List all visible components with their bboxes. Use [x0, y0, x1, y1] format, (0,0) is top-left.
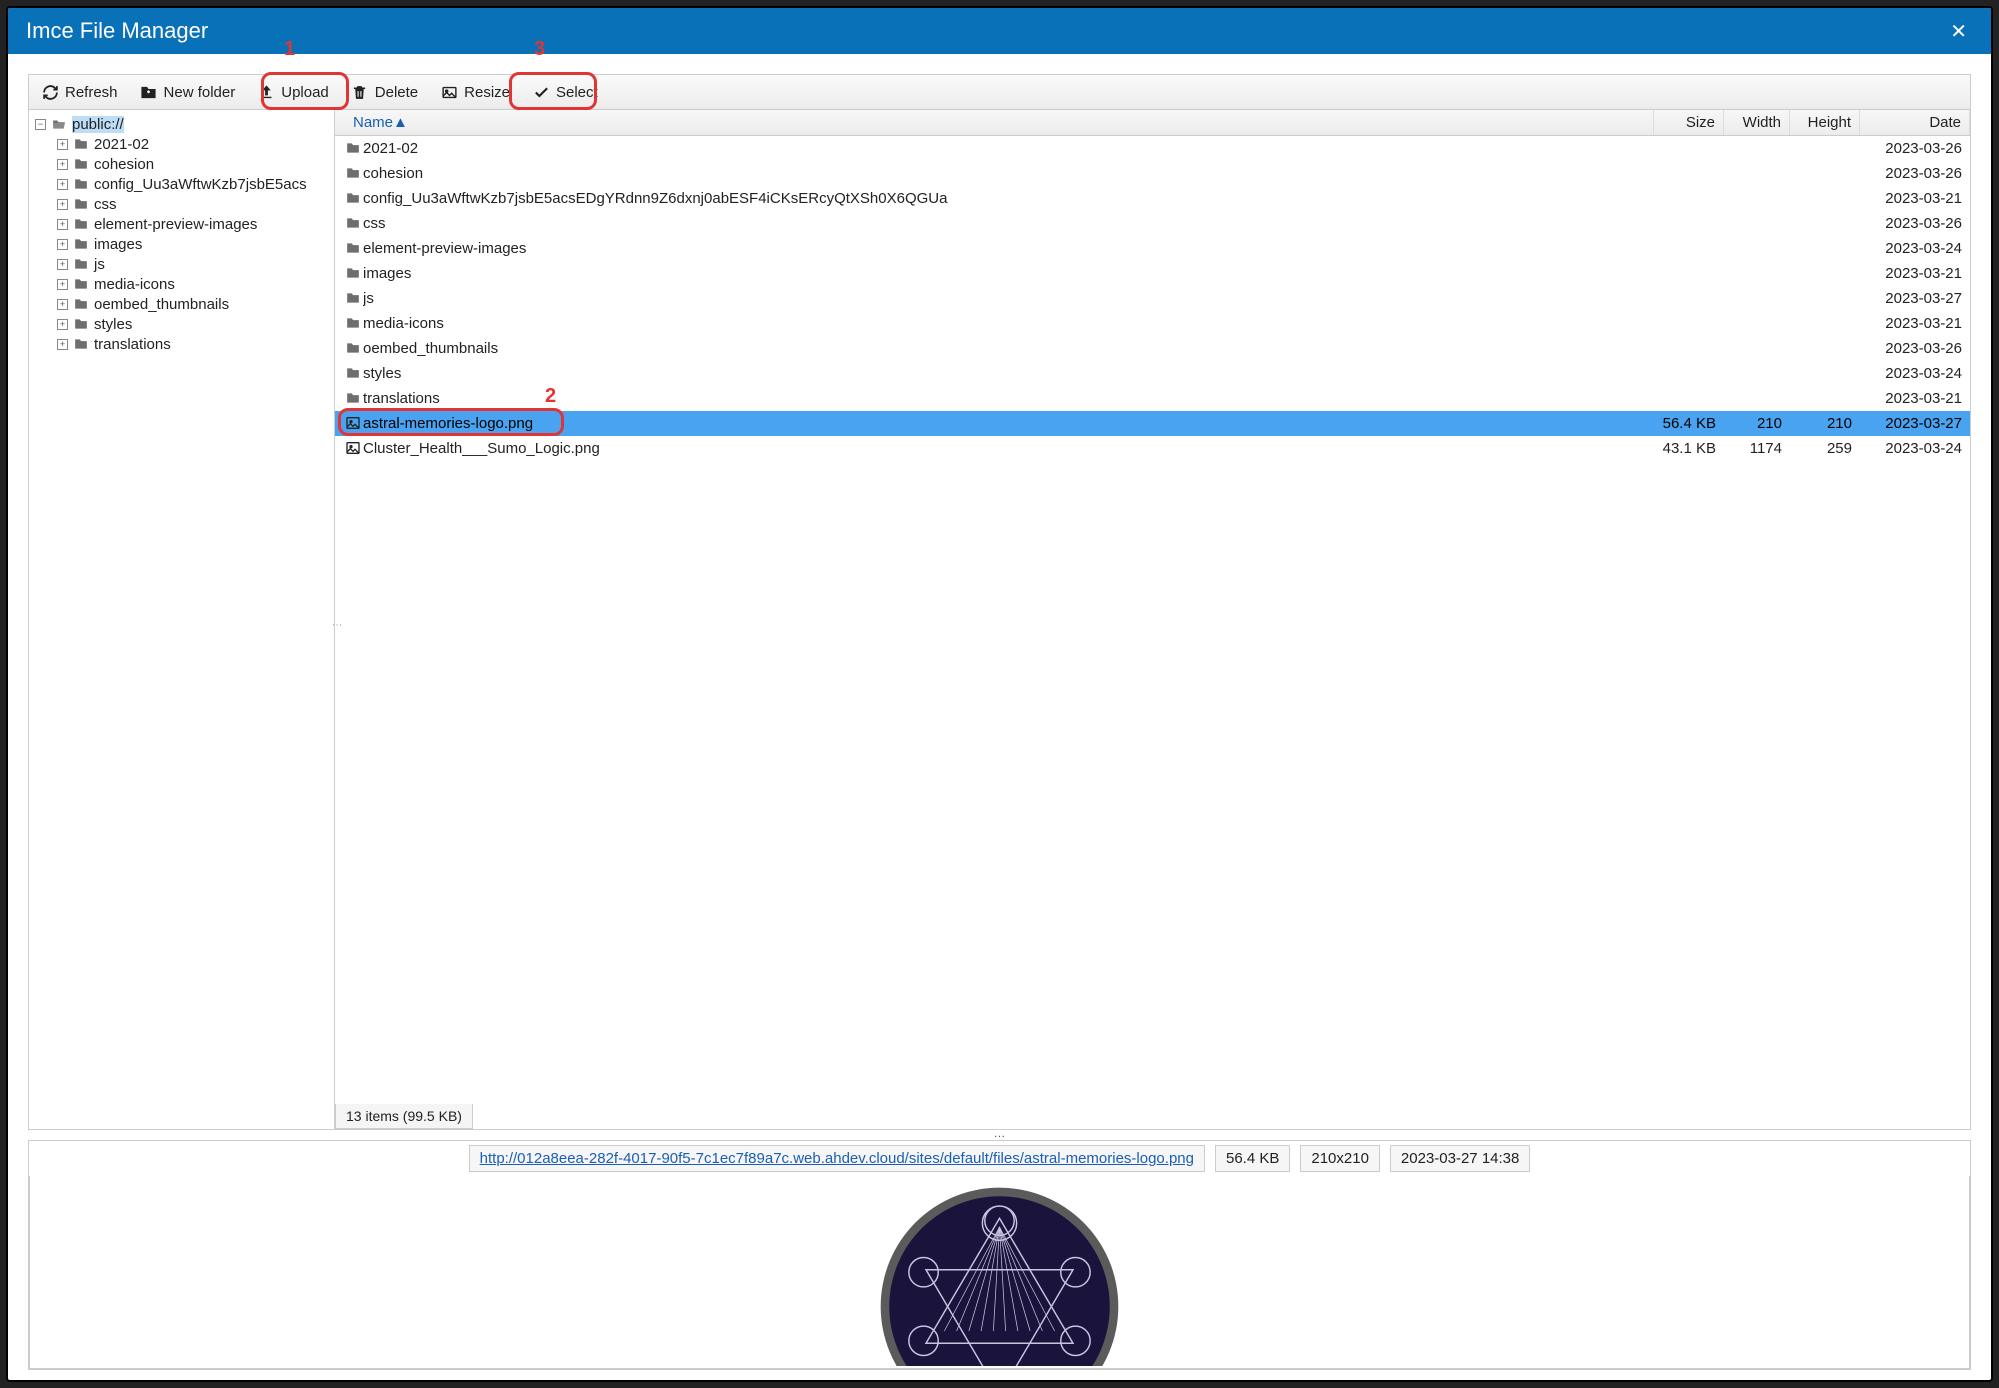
tree-root[interactable]: − public://: [29, 114, 334, 134]
tree-expander-icon[interactable]: +: [57, 279, 68, 290]
detail-size: 56.4 KB: [1215, 1145, 1290, 1172]
file-row[interactable]: config_Uu3aWftwKzb7jsbE5acsEDgYRdnn9Z6dx…: [335, 186, 1970, 211]
file-row[interactable]: media-icons 2023-03-21: [335, 311, 1970, 336]
folder-icon: [72, 335, 90, 353]
tree-expander-icon[interactable]: +: [57, 339, 68, 350]
detail-url[interactable]: http://012a8eea-282f-4017-90f5-7c1ec7f89…: [469, 1145, 1205, 1172]
new-folder-button[interactable]: New folder: [130, 77, 246, 107]
window-title: Imce File Manager: [26, 18, 208, 44]
folder-icon: [343, 341, 363, 355]
folder-icon: [72, 275, 90, 293]
tree-item[interactable]: + media-icons: [29, 274, 334, 294]
column-width[interactable]: Width: [1724, 110, 1790, 135]
folder-icon: [72, 135, 90, 153]
column-date[interactable]: Date: [1860, 110, 1970, 135]
column-size[interactable]: Size: [1654, 110, 1724, 135]
tree-expander-icon[interactable]: +: [57, 159, 68, 170]
column-name[interactable]: Name▲: [335, 110, 1654, 135]
tree-item[interactable]: + styles: [29, 314, 334, 334]
select-button[interactable]: Select: [522, 77, 608, 107]
file-row[interactable]: 2 astral-memories-logo.png 56.4 KB 210 2…: [335, 411, 1970, 436]
file-row[interactable]: translations 2023-03-21: [335, 386, 1970, 411]
file-row[interactable]: css 2023-03-26: [335, 211, 1970, 236]
tree-item[interactable]: + translations: [29, 334, 334, 354]
file-row[interactable]: 2021-02 2023-03-26: [335, 136, 1970, 161]
folder-icon: [72, 155, 90, 173]
column-headers: Name▲ Size Width Height Date: [335, 110, 1970, 136]
resize-button[interactable]: Resize: [430, 77, 520, 107]
preview-image: [877, 1184, 1122, 1366]
folder-icon: [72, 295, 90, 313]
file-manager-window: Imce File Manager ✕ 1 3 Refresh New fold…: [6, 6, 1993, 1382]
tree-item[interactable]: + config_Uu3aWftwKzb7jsbE5acs: [29, 174, 334, 194]
main-area: − public:// + 2021-02 + cohesion + confi…: [28, 110, 1971, 1130]
column-height[interactable]: Height: [1790, 110, 1860, 135]
upload-button[interactable]: Upload: [247, 77, 339, 107]
folder-icon: [343, 216, 363, 230]
folder-icon: [72, 195, 90, 213]
toolbar: Refresh New folder Upload Delete Resize …: [28, 74, 1971, 110]
folder-icon: [72, 215, 90, 233]
file-row[interactable]: js 2023-03-27: [335, 286, 1970, 311]
refresh-button[interactable]: Refresh: [31, 77, 128, 107]
tree-item[interactable]: + css: [29, 194, 334, 214]
file-row[interactable]: cohesion 2023-03-26: [335, 161, 1970, 186]
resize-icon: [440, 83, 458, 101]
image-file-icon: [343, 415, 363, 431]
refresh-icon: [41, 83, 59, 101]
detail-datetime: 2023-03-27 14:38: [1390, 1145, 1530, 1172]
tree-item[interactable]: + js: [29, 254, 334, 274]
folder-tree: − public:// + 2021-02 + cohesion + confi…: [29, 110, 335, 1129]
tree-expander-icon[interactable]: +: [57, 299, 68, 310]
folder-icon: [72, 175, 90, 193]
folder-open-icon: [50, 115, 68, 133]
tree-item[interactable]: + element-preview-images: [29, 214, 334, 234]
tree-expander-icon[interactable]: +: [57, 219, 68, 230]
folder-icon: [343, 316, 363, 330]
detail-dimensions: 210x210: [1300, 1145, 1380, 1172]
tree-expander-icon[interactable]: +: [57, 259, 68, 270]
file-row[interactable]: Cluster_Health___Sumo_Logic.png 43.1 KB …: [335, 436, 1970, 461]
folder-icon: [343, 141, 363, 155]
resize-handle[interactable]: …: [28, 1130, 1971, 1140]
file-row[interactable]: oembed_thumbnails 2023-03-26: [335, 336, 1970, 361]
detail-bar: http://012a8eea-282f-4017-90f5-7c1ec7f89…: [29, 1141, 1970, 1176]
status-bar: 13 items (99.5 KB): [335, 1104, 473, 1129]
file-row[interactable]: images 2023-03-21: [335, 261, 1970, 286]
preview-area: [29, 1176, 1970, 1369]
file-pane: ⋮ Name▲ Size Width Height Date 2021-02 2…: [335, 110, 1970, 1129]
tree-expander-icon[interactable]: +: [57, 319, 68, 330]
select-icon: [532, 83, 550, 101]
folder-icon: [343, 366, 363, 380]
folder-icon: [343, 241, 363, 255]
tree-expander-icon[interactable]: +: [57, 179, 68, 190]
delete-icon: [351, 83, 369, 101]
tree-expander-icon[interactable]: +: [57, 239, 68, 250]
delete-button[interactable]: Delete: [341, 77, 428, 107]
tree-expander-icon[interactable]: +: [57, 199, 68, 210]
file-row[interactable]: styles 2023-03-24: [335, 361, 1970, 386]
file-list: 2021-02 2023-03-26 cohesion 2023-03-26 c…: [335, 136, 1970, 1105]
splitter-handle[interactable]: ⋮: [331, 620, 342, 629]
tree-item[interactable]: + images: [29, 234, 334, 254]
image-file-icon: [343, 440, 363, 456]
upload-icon: [257, 83, 275, 101]
titlebar: Imce File Manager ✕: [8, 8, 1991, 54]
folder-icon: [343, 191, 363, 205]
tree-expander-icon[interactable]: +: [57, 139, 68, 150]
tree-expander-icon[interactable]: −: [35, 119, 46, 130]
tree-item[interactable]: + oembed_thumbnails: [29, 294, 334, 314]
folder-icon: [343, 266, 363, 280]
file-row[interactable]: element-preview-images 2023-03-24: [335, 236, 1970, 261]
folder-icon: [343, 166, 363, 180]
tree-item[interactable]: + 2021-02: [29, 134, 334, 154]
close-button[interactable]: ✕: [1944, 19, 1973, 44]
folder-icon: [72, 255, 90, 273]
folder-icon: [72, 235, 90, 253]
new-folder-icon: [140, 83, 158, 101]
folder-icon: [343, 391, 363, 405]
folder-icon: [72, 315, 90, 333]
folder-icon: [343, 291, 363, 305]
tree-item[interactable]: + cohesion: [29, 154, 334, 174]
